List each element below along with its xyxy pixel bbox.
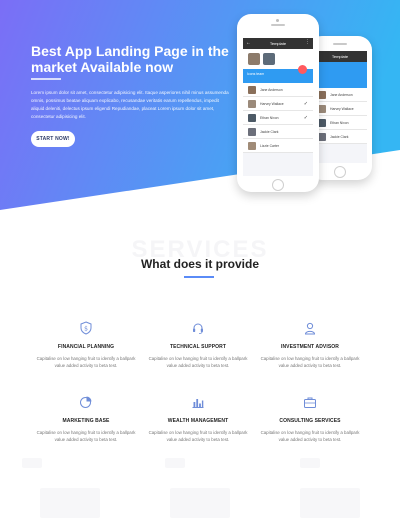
hero-description: Lorem ipsum dolor sit amet, consectetur … — [31, 90, 229, 119]
start-now-button[interactable]: START NOW! — [31, 131, 75, 147]
avatar — [248, 99, 256, 108]
faded-footer-block — [22, 458, 42, 468]
avatar — [318, 118, 326, 127]
more-menu-icon[interactable]: ⋮ — [305, 39, 310, 45]
briefcase-icon — [304, 397, 316, 408]
list-item[interactable]: Jane Anderson — [243, 83, 313, 97]
service-title: INVESTMENT ADVISOR — [280, 344, 339, 350]
list-item-name: Jackie Clark — [330, 134, 349, 139]
home-button — [272, 179, 284, 191]
profile-band: Icons team — [243, 65, 313, 83]
headset-icon — [193, 323, 203, 334]
service-description: Capitalise on low hanging fruit to ident… — [260, 356, 360, 368]
list-item[interactable]: Lizzie Carter — [243, 139, 313, 153]
add-button[interactable] — [298, 65, 307, 74]
service-description: Capitalise on low hanging fruit to ident… — [148, 430, 248, 442]
svg-text:$: $ — [84, 326, 88, 333]
service-card-marketing-base: MARKETING BASE Capitalise on low hanging… — [34, 395, 138, 443]
list-item-name: Jane Anderson — [330, 92, 353, 97]
phone-speaker — [271, 24, 285, 26]
list-item-name: Jackie Clark — [260, 129, 279, 134]
bar-chart-icon — [192, 399, 204, 408]
service-title: FINANCIAL PLANNING — [57, 344, 115, 350]
service-card-consulting-services: CONSULTING SERVICES Capitalise on low ha… — [258, 395, 362, 443]
app-bar-title: Template — [269, 41, 287, 46]
profile-band — [313, 62, 367, 88]
list-item[interactable]: Jackie Clark — [313, 130, 367, 144]
service-description: Capitalise on low hanging fruit to ident… — [36, 356, 136, 368]
hero-section: Best App Landing Page in the market Avai… — [0, 0, 400, 215]
service-description: Capitalise on low hanging fruit to ident… — [148, 356, 248, 368]
avatar[interactable] — [263, 53, 275, 65]
faded-footer-block — [300, 458, 320, 468]
list-item[interactable]: Jane Anderson — [313, 88, 367, 102]
back-arrow-icon[interactable]: ← — [246, 40, 251, 46]
service-title: CONSULTING SERVICES — [279, 418, 341, 424]
list-item-name: Ethan Nixon — [330, 120, 349, 125]
app-bar: Template — [313, 51, 367, 62]
faded-footer-block — [165, 458, 185, 468]
list-item-name: Harvey Wallace — [330, 106, 354, 111]
check-icon: ✓ — [303, 114, 308, 121]
list-item[interactable]: Harvey Wallace ✓ — [243, 97, 313, 111]
pie-chart-icon — [80, 396, 92, 408]
service-title: MARKETING BASE — [62, 418, 110, 424]
avatar — [318, 90, 326, 99]
faded-footer-block — [300, 488, 360, 518]
avatar — [318, 132, 326, 141]
service-card-wealth-management: WEALTH MANAGEMENT Capitalise on low hang… — [146, 395, 250, 443]
list-item-name: Lizzie Carter — [260, 143, 280, 148]
faded-footer-block — [40, 488, 100, 518]
hero-title: Best App Landing Page in the market Avai… — [31, 43, 229, 75]
list-item[interactable]: Jackie Clark — [243, 125, 313, 139]
home-button — [334, 166, 346, 178]
list-item-name: Ethan Nixon — [260, 115, 279, 120]
avatar — [318, 104, 326, 113]
section-title: What does it provide — [140, 257, 259, 271]
phone-screen-back: Template Jane Anderson Harvey Wallace Et… — [313, 51, 367, 163]
list-item[interactable]: Harvey Wallace — [313, 102, 367, 116]
phone-screen-front: ← Template ⋮ Icons team Jane Anderson Ha… — [243, 38, 313, 176]
avatar — [248, 127, 256, 136]
avatar — [248, 85, 256, 94]
app-bar: ← Template ⋮ — [243, 38, 313, 49]
service-title: WEALTH MANAGEMENT — [167, 418, 229, 424]
avatar[interactable] — [248, 53, 260, 65]
hero-title-underline — [31, 78, 61, 80]
section-title-underline — [184, 276, 214, 278]
avatar — [248, 113, 256, 122]
service-card-technical-support: TECHNICAL SUPPORT Capitalise on low hang… — [146, 321, 250, 369]
service-description: Capitalise on low hanging fruit to ident… — [260, 430, 360, 442]
app-bar-title: Template — [331, 54, 349, 59]
band-text: Icons team — [247, 72, 265, 76]
service-card-financial-planning: $ FINANCIAL PLANNING Capitalise on low h… — [34, 321, 138, 369]
phone-mockup-front: ← Template ⋮ Icons team Jane Anderson Ha… — [237, 14, 319, 192]
faded-footer-block — [170, 488, 230, 518]
phone-camera — [276, 19, 279, 22]
user-icon — [304, 322, 316, 335]
avatar — [248, 141, 256, 150]
list-item[interactable]: Ethan Nixon ✓ — [243, 111, 313, 125]
service-description: Capitalise on low hanging fruit to ident… — [36, 430, 136, 442]
list-item-name: Harvey Wallace — [260, 101, 284, 106]
list-item-name: Jane Anderson — [260, 87, 283, 92]
check-icon: ✓ — [303, 100, 308, 107]
list-item[interactable]: Ethan Nixon — [313, 116, 367, 130]
service-title: TECHNICAL SUPPORT — [169, 344, 227, 350]
service-card-investment-advisor: INVESTMENT ADVISOR Capitalise on low han… — [258, 321, 362, 369]
shield-dollar-icon: $ — [80, 321, 92, 335]
phone-speaker — [333, 43, 347, 45]
